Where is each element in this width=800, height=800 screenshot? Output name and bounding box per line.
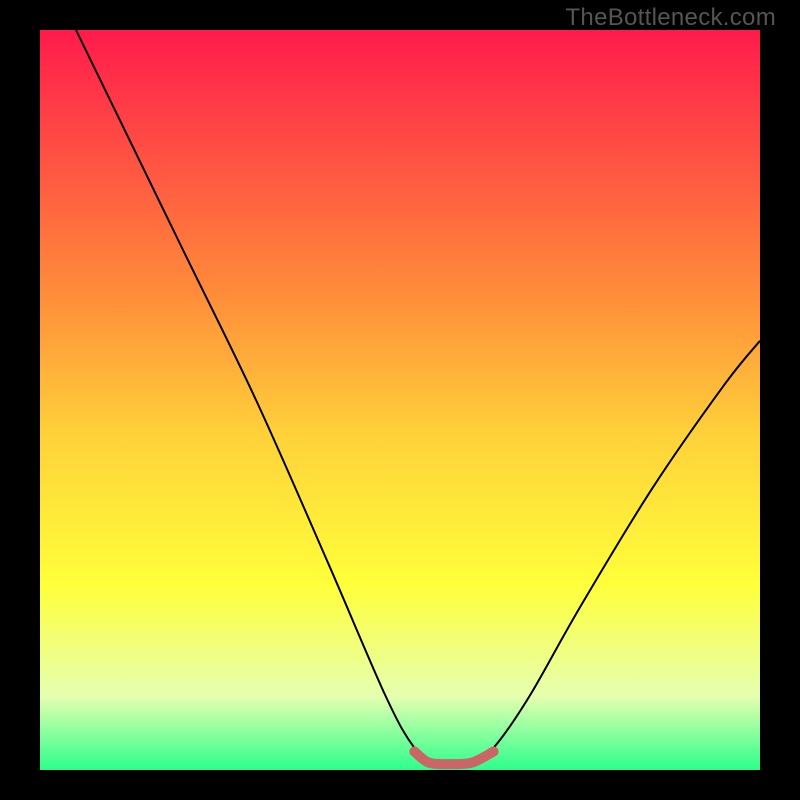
plateau-end-dot-left bbox=[409, 747, 419, 757]
chart-frame: TheBottleneck.com bbox=[0, 0, 800, 800]
attribution-text: TheBottleneck.com bbox=[565, 4, 776, 32]
chart-svg bbox=[40, 30, 760, 770]
plateau-end-dot-right bbox=[489, 747, 499, 757]
plot-area bbox=[40, 30, 760, 770]
gradient-background bbox=[40, 30, 760, 770]
